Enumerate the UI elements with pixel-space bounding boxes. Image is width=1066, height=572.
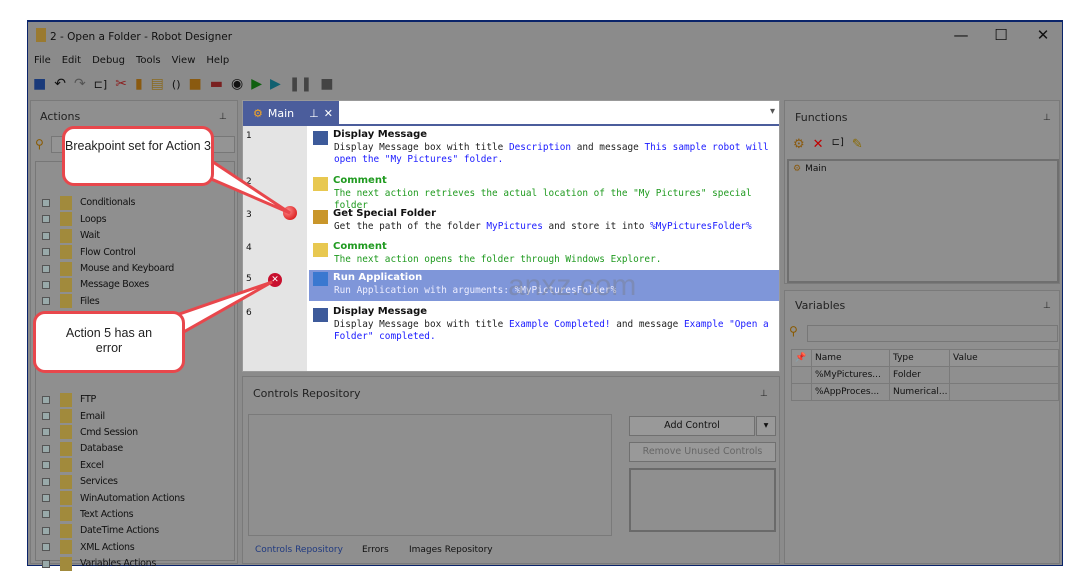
callout-breakpoint: Breakpoint set for Action 3	[62, 126, 214, 186]
callout-pointers	[165, 156, 291, 336]
callout-error: Action 5 has an error	[33, 311, 185, 373]
